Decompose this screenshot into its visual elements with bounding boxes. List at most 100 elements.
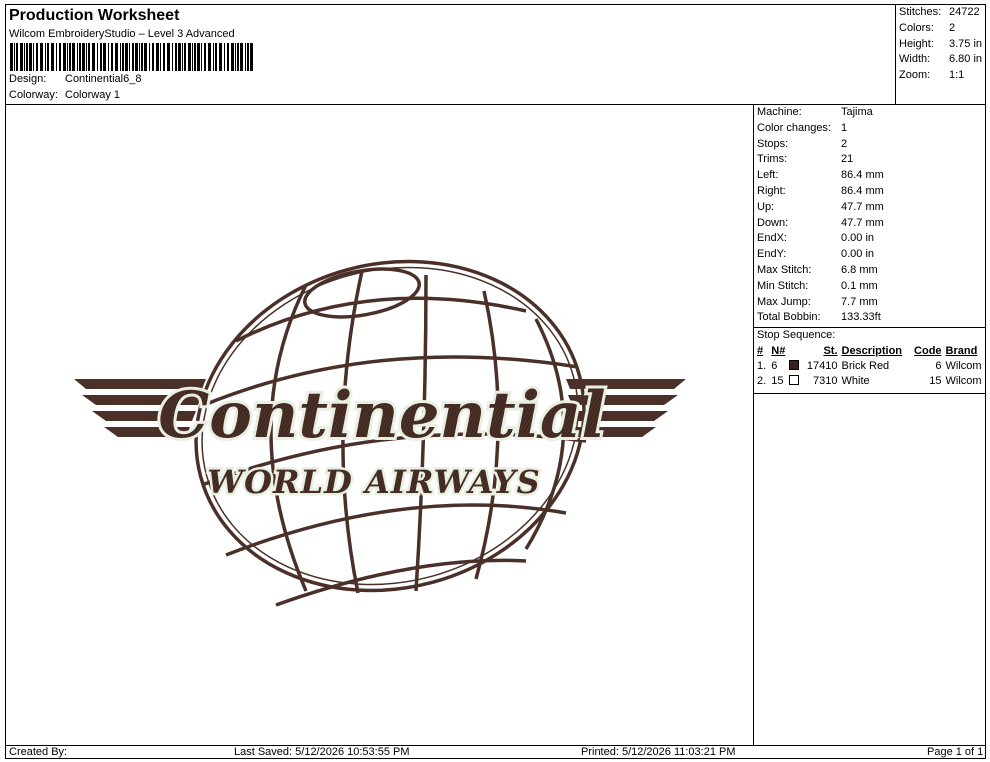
barcode-bar	[40, 43, 43, 71]
last-saved: Last Saved: 5/12/2026 10:53:55 PM	[234, 746, 410, 758]
stat-row: Zoom: 1:1	[899, 68, 986, 84]
barcode-bar	[45, 43, 46, 71]
row-index: 1.	[757, 359, 767, 372]
created-by: Created By:	[9, 746, 68, 758]
col-index: #	[757, 344, 764, 357]
info-row: Trims: 21	[754, 152, 986, 168]
row-color	[787, 358, 802, 374]
software-name: Wilcom EmbroideryStudio – Level 3 Advanc…	[9, 28, 235, 40]
design-name-row: Design: Continential6_8	[9, 73, 141, 85]
barcode-bar	[88, 43, 90, 71]
info-value: 86.4 mm	[841, 169, 884, 182]
embroidery-design: Continential WORLD AIRWAYS	[74, 259, 686, 607]
barcode-bar	[36, 43, 38, 71]
stat-label: Width:	[899, 53, 931, 66]
row-brand: Wilcom	[945, 359, 982, 372]
barcode-bar	[149, 43, 150, 71]
divider	[754, 393, 986, 394]
barcode-bar	[82, 43, 85, 71]
info-row: Up: 47.7 mm	[754, 200, 986, 216]
info-value: 86.4 mm	[841, 184, 884, 197]
stop-sequence-title: Stop Sequence:	[754, 327, 986, 343]
barcode-bar	[120, 43, 121, 71]
barcode-bar	[237, 43, 239, 71]
colorway-value: Colorway 1	[65, 89, 121, 101]
info-value: 47.7 mm	[841, 200, 884, 213]
barcode-bar	[172, 43, 173, 71]
info-value: 2	[841, 137, 848, 150]
barcode-bar	[111, 43, 113, 71]
barcode-bar	[197, 43, 200, 71]
barcode-bar	[125, 43, 128, 71]
stat-value: 24722	[949, 6, 980, 18]
stat-value: 2	[949, 21, 956, 34]
info-label: Total Bobbin:	[757, 311, 821, 324]
barcode-bar	[115, 43, 118, 71]
worksheet-page: Production Worksheet Wilcom EmbroiderySt…	[5, 4, 986, 759]
design-preview: Continential WORLD AIRWAYS	[6, 105, 754, 745]
barcode-bar	[129, 43, 130, 71]
row-stitches: 7310	[813, 375, 838, 388]
info-label: EndY:	[757, 248, 787, 261]
table-header-row: # N# St. Description Code Brand	[755, 343, 987, 358]
row-needle: 6	[771, 359, 778, 372]
stat-row: Colors: 2	[899, 21, 986, 37]
barcode-bar	[194, 43, 196, 71]
barcode-bar	[182, 43, 183, 71]
barcode-bar	[33, 43, 34, 71]
info-row: Right: 86.4 mm	[754, 184, 986, 200]
barcode-bar	[144, 43, 147, 71]
stat-value: 3.75 in	[949, 37, 983, 50]
machine-info-panel: Machine: Tajima Color changes: 1 Stops: 2 Trim…	[754, 105, 986, 745]
barcode-bar	[59, 43, 61, 71]
colorway-row: Colorway: Colorway 1	[9, 89, 120, 101]
barcode-bar	[100, 43, 102, 71]
stat-value: 6.80 in	[949, 53, 983, 66]
barcode-bar	[240, 43, 243, 71]
printed-date: Printed: 5/12/2026 11:03:21 PM	[581, 746, 736, 758]
barcode-bar	[213, 43, 214, 71]
row-index: 2.	[757, 375, 767, 388]
col-needle: N#	[771, 344, 786, 357]
info-row: Total Bobbin: 133.33ft	[754, 310, 986, 326]
barcode-bar	[175, 43, 177, 71]
worksheet-footer: Created By: Last Saved: 5/12/2026 10:53:…	[6, 745, 986, 759]
info-row: Max Stitch: 6.8 mm	[754, 263, 986, 279]
stop-sequence-table: # N# St. Description Code Brand 1. 6 174…	[755, 343, 987, 389]
info-label: Max Stitch:	[757, 263, 812, 276]
stat-label: Height:	[899, 37, 934, 50]
info-label: Max Jump:	[757, 295, 811, 308]
barcode-bar	[79, 43, 81, 71]
info-value: 0.00 in	[841, 248, 875, 261]
stat-label: Stitches:	[899, 6, 942, 18]
barcode-bar	[92, 43, 95, 71]
barcode-bar	[103, 43, 106, 71]
barcode-bar	[77, 43, 78, 71]
barcode-bar	[14, 43, 15, 71]
info-row: Machine: Tajima	[754, 105, 986, 121]
info-value: 7.7 mm	[841, 295, 878, 308]
barcode-bar	[56, 43, 57, 71]
barcode-bar	[184, 43, 186, 71]
barcode-bar	[135, 43, 138, 71]
info-row: Max Jump: 7.7 mm	[754, 295, 986, 311]
stat-row: Width: 6.80 in	[899, 52, 986, 68]
info-row: Stops: 2	[754, 137, 986, 153]
page-number: Page 1 of 1	[927, 746, 984, 758]
row-code: 15	[929, 375, 942, 388]
info-label: Min Stitch:	[757, 279, 809, 292]
barcode-bar	[167, 43, 170, 71]
row-code: 6	[935, 359, 942, 372]
barcode-bar	[152, 43, 154, 71]
barcode-bar	[24, 43, 25, 71]
info-value: 47.7 mm	[841, 216, 884, 229]
barcode	[10, 43, 253, 71]
barcode-bar	[178, 43, 181, 71]
barcode-bar	[188, 43, 191, 71]
info-label: Color changes:	[757, 121, 831, 134]
col-stitches: St.	[823, 344, 838, 357]
info-label: Stops:	[757, 137, 789, 150]
barcode-bar	[67, 43, 68, 71]
barcode-bar	[20, 43, 23, 71]
info-value: 133.33ft	[841, 311, 881, 324]
